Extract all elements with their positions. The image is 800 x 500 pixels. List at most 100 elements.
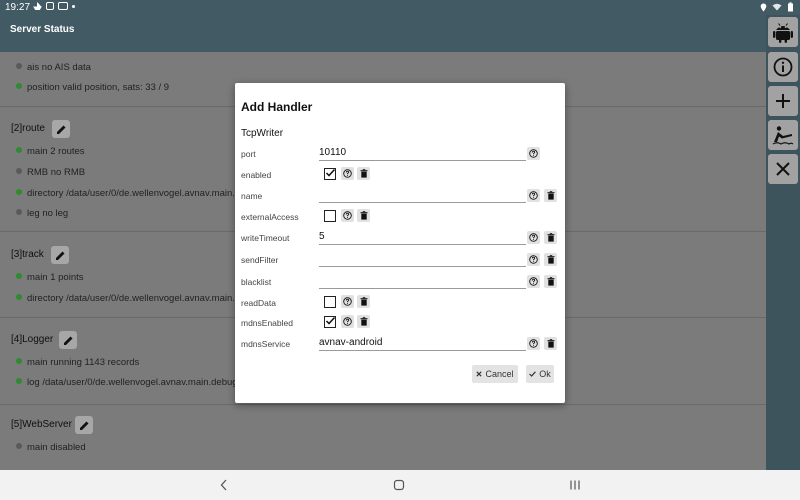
send-filter-delete-button[interactable] (544, 253, 557, 266)
status-row-text: directory /data/user/0/de.wellenvogel.av… (27, 188, 241, 199)
home-button[interactable] (391, 477, 407, 493)
help-icon (343, 317, 352, 326)
external-access-delete-button[interactable] (357, 209, 370, 222)
add-handler-dialog: Add Handler TcpWriter port 10110 enabled… (235, 83, 565, 403)
status-row: directory /data/user/0/de.wellenvogel.av… (16, 293, 240, 304)
trash-icon (547, 191, 554, 200)
read-data-checkbox[interactable] (324, 296, 336, 308)
system-status-bar: 19:27 (0, 0, 800, 15)
info-button[interactable] (768, 52, 798, 82)
status-dot (16, 358, 22, 364)
edit-webserver-button[interactable] (75, 416, 93, 434)
section-title: [4]Logger (11, 334, 54, 345)
name-help-button[interactable] (527, 189, 540, 202)
status-row-text: main 2 routes (27, 146, 85, 157)
battery-icon (788, 2, 793, 12)
ok-button[interactable]: Ok (526, 365, 554, 383)
status-dot (16, 378, 22, 384)
mdns-enabled-delete-button[interactable] (357, 315, 370, 328)
cancel-button[interactable]: Cancel (472, 365, 518, 383)
cancel-button-label: Cancel (485, 369, 514, 379)
status-row-text: main 1 points (27, 272, 84, 283)
help-icon (529, 233, 538, 242)
back-button[interactable] (216, 477, 232, 493)
port-input[interactable]: 10110 (319, 148, 526, 161)
help-icon (529, 339, 538, 348)
dialog-title: Add Handler (241, 100, 313, 114)
blacklist-label: blacklist (241, 277, 272, 287)
status-dot (16, 63, 22, 69)
pencil-icon (79, 421, 88, 430)
check-icon (529, 371, 537, 377)
send-filter-help-button[interactable] (527, 253, 540, 266)
close-icon (776, 162, 790, 176)
status-row: ais no AIS data (16, 62, 91, 73)
mdns-service-label: mdnsService (241, 339, 291, 349)
add-button[interactable] (768, 86, 798, 116)
edit-logger-button[interactable] (59, 331, 77, 349)
enabled-help-button[interactable] (341, 167, 354, 180)
mdns-service-input[interactable]: avnav-android (319, 338, 526, 351)
mdns-service-help-button[interactable] (527, 337, 540, 350)
handler-type: TcpWriter (241, 128, 284, 139)
edit-track-button[interactable] (51, 246, 69, 264)
media-icon (58, 2, 68, 10)
external-access-help-button[interactable] (341, 209, 354, 222)
status-row: log /data/user/0/de.wellenvogel.avnav.ma… (16, 377, 245, 388)
status-row: directory /data/user/0/de.wellenvogel.av… (16, 188, 240, 199)
blacklist-delete-button[interactable] (544, 275, 557, 288)
recent-apps-icon (570, 480, 580, 490)
port-label: port (241, 149, 256, 159)
back-icon (220, 479, 227, 491)
mdns-service-delete-button[interactable] (544, 337, 557, 350)
blacklist-help-button[interactable] (527, 275, 540, 288)
system-navigation-bar (0, 470, 800, 500)
enabled-delete-button[interactable] (357, 167, 370, 180)
ok-button-label: Ok (539, 369, 551, 379)
send-filter-input[interactable] (319, 254, 526, 267)
write-timeout-help-button[interactable] (527, 231, 540, 244)
boat-button[interactable] (768, 120, 798, 150)
close-icon (476, 371, 483, 377)
status-dot (16, 209, 22, 215)
status-section-webserver: [5]WebServer main disabled (0, 405, 766, 470)
page-title: Server Status (10, 24, 75, 35)
port-help-button[interactable] (527, 147, 540, 160)
read-data-delete-button[interactable] (357, 295, 370, 308)
help-icon (529, 191, 538, 200)
write-timeout-input[interactable]: 5 (319, 232, 526, 245)
boat-icon (772, 126, 794, 145)
section-title: [5]WebServer (11, 419, 72, 430)
section-title: [3]track (11, 249, 44, 260)
external-access-checkbox[interactable] (324, 210, 336, 222)
status-dot (16, 189, 22, 195)
name-input[interactable] (319, 190, 526, 203)
trash-icon (547, 277, 554, 286)
close-button[interactable] (768, 154, 798, 184)
name-delete-button[interactable] (544, 189, 557, 202)
status-row: position valid position, sats: 33 / 9 (16, 82, 169, 93)
trash-icon (547, 339, 554, 348)
status-row: main running 1143 records (16, 357, 139, 368)
trash-icon (360, 297, 367, 306)
help-icon (529, 255, 538, 264)
mdns-enabled-help-button[interactable] (341, 315, 354, 328)
read-data-help-button[interactable] (341, 295, 354, 308)
android-button[interactable] (768, 17, 798, 47)
help-icon (529, 149, 538, 158)
edit-route-button[interactable] (52, 120, 70, 138)
more-dot-icon (72, 4, 75, 8)
blacklist-input[interactable] (319, 276, 526, 289)
status-dot (16, 294, 22, 300)
location-icon (760, 3, 767, 11)
status-row-text: RMB no RMB (27, 167, 86, 178)
recent-apps-button[interactable] (567, 477, 583, 493)
notification-icons (33, 2, 75, 10)
mdns-enabled-checkbox[interactable] (324, 316, 336, 328)
enabled-checkbox[interactable] (324, 168, 336, 180)
home-icon (393, 479, 405, 491)
status-row: main 2 routes (16, 146, 85, 157)
write-timeout-delete-button[interactable] (544, 231, 557, 244)
help-icon (343, 297, 352, 306)
status-dot (16, 83, 22, 89)
